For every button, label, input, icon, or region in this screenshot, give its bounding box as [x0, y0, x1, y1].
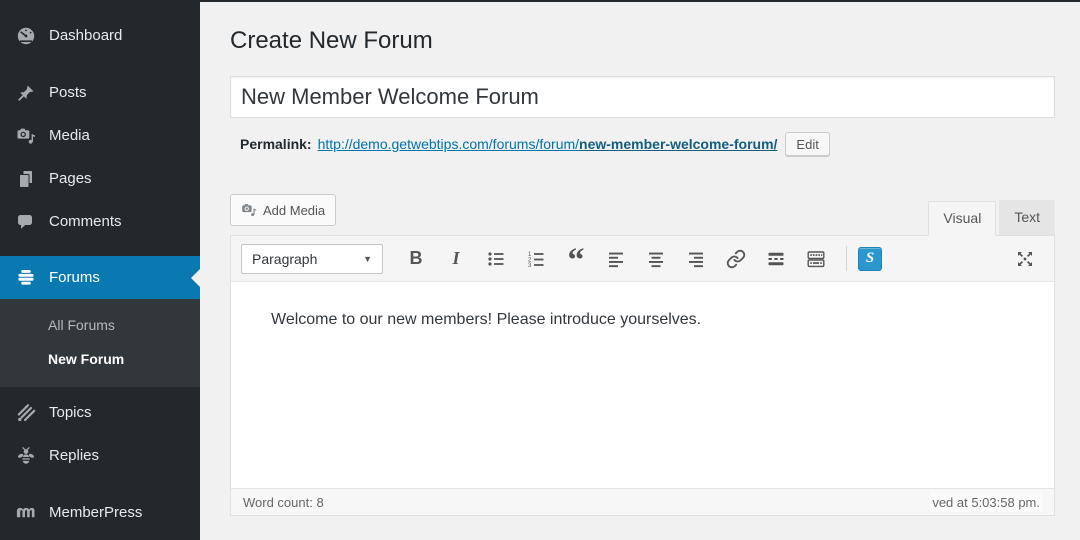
paragraph-format-dropdown[interactable]: Paragraph ▼ — [241, 243, 383, 274]
forums-submenu: All Forums New Forum — [0, 299, 200, 387]
word-count: Word count: 8 — [243, 495, 324, 510]
sidebar-item-label: Comments — [49, 213, 122, 230]
forum-title-input[interactable] — [230, 76, 1055, 118]
menu-separator — [0, 57, 200, 71]
editor-status-bar: Word count: 8 ved at 5:03:58 pm. — [231, 488, 1054, 515]
link-chain-icon — [726, 249, 746, 268]
shortcode-s-icon: S — [865, 250, 875, 266]
bullet-list-button[interactable] — [477, 244, 515, 274]
align-left-icon — [609, 252, 623, 267]
sidebar-item-replies[interactable]: Replies — [0, 434, 200, 477]
sidebar-item-pages[interactable]: Pages — [0, 157, 200, 200]
editor-mode-tabs: Visual Text — [928, 200, 1055, 236]
shortcode-insert-button[interactable]: S — [858, 246, 882, 271]
main-content: Create New Forum Permalink: http://demo.… — [200, 0, 1080, 540]
camera-note-icon — [15, 125, 37, 147]
sidebar-item-label: Replies — [49, 447, 100, 464]
italic-icon: I — [452, 248, 460, 268]
autosave-status: ved at 5:03:58 pm. — [930, 492, 1042, 512]
sidebar-item-label: Topics — [49, 404, 92, 421]
page-title: Create New Forum — [230, 27, 433, 54]
sidebar-item-topics[interactable]: Topics — [0, 391, 200, 434]
admin-sidebar: Dashboard Posts Media Pages Comments For… — [0, 0, 200, 540]
bold-button[interactable]: B — [397, 244, 435, 274]
pushpin-icon — [15, 82, 37, 104]
menu-separator — [0, 243, 200, 256]
sidebar-item-forums[interactable]: Forums — [0, 256, 200, 299]
permalink-url-link[interactable]: http://demo.getwebtips.com/forums/forum/… — [318, 136, 778, 152]
editor-toolbar: Paragraph ▼ B I 1 2 3 “ S — [231, 236, 1054, 282]
bullet-list-icon — [488, 251, 504, 266]
stacked-pages-icon — [15, 168, 37, 190]
bee-icon — [15, 445, 37, 467]
bold-icon: B — [409, 248, 423, 268]
permalink-row: Permalink: http://demo.getwebtips.com/fo… — [240, 132, 1055, 156]
align-left-button[interactable] — [597, 244, 635, 274]
permalink-edit-button[interactable]: Edit — [785, 132, 830, 156]
blockquote-button[interactable]: “ — [557, 241, 595, 279]
sidebar-item-comments[interactable]: Comments — [0, 200, 200, 243]
tab-visual[interactable]: Visual — [928, 201, 997, 236]
permalink-base-url[interactable]: http://demo.getwebtips.com/forums/forum/ — [318, 136, 579, 152]
sidebar-item-posts[interactable]: Posts — [0, 71, 200, 114]
sidebar-item-media[interactable]: Media — [0, 114, 200, 157]
dashboard-gauge-icon — [15, 25, 37, 47]
fullscreen-expand-icon — [1018, 251, 1032, 266]
sidebar-item-label: Posts — [49, 84, 87, 101]
forums-hive-icon — [15, 267, 37, 289]
sidebar-item-label: Dashboard — [49, 27, 123, 44]
read-more-icon — [768, 252, 784, 265]
active-menu-arrow — [191, 268, 200, 287]
editor-header: Add Media Visual Text — [230, 194, 1055, 236]
toolbar-separator — [846, 246, 847, 271]
sidebar-item-label: Media — [49, 127, 90, 144]
paragraph-format-value: Paragraph — [252, 250, 318, 267]
fullscreen-button[interactable] — [1006, 244, 1044, 274]
submenu-item-new-forum[interactable]: New Forum — [0, 342, 200, 376]
sidebar-item-dashboard[interactable]: Dashboard — [0, 14, 200, 57]
permalink-label: Permalink: — [240, 136, 312, 152]
submenu-item-label: New Forum — [48, 351, 125, 367]
sidebar-item-label: Pages — [49, 170, 92, 187]
align-center-button[interactable] — [637, 244, 675, 274]
blockquote-icon: “ — [567, 241, 585, 279]
italic-button[interactable]: I — [437, 244, 475, 274]
topics-strokes-icon — [15, 402, 37, 424]
submenu-item-label: All Forums — [48, 317, 115, 333]
add-media-button[interactable]: Add Media — [230, 194, 337, 226]
align-right-button[interactable] — [677, 244, 715, 274]
read-more-tag-button[interactable] — [757, 244, 795, 274]
memberpress-m-icon — [15, 502, 37, 524]
sidebar-item-memberpress[interactable]: MemberPress — [0, 491, 200, 534]
add-media-camera-icon — [241, 202, 257, 218]
editor-paragraph: Welcome to our new members! Please intro… — [271, 311, 702, 328]
link-button[interactable] — [717, 244, 755, 274]
editor-content-area[interactable]: Welcome to our new members! Please intro… — [231, 282, 1054, 488]
numbered-list-icon: 1 2 3 — [528, 251, 544, 269]
align-center-icon — [649, 252, 663, 267]
editor-container: Paragraph ▼ B I 1 2 3 “ S Welcome to our… — [230, 235, 1055, 516]
sidebar-item-label: Forums — [49, 269, 100, 286]
word-count-label: Word count: — [243, 494, 313, 510]
sidebar-item-label: MemberPress — [49, 504, 143, 521]
word-count-value: 8 — [316, 494, 324, 510]
keyboard-icon — [807, 250, 825, 267]
align-right-icon — [689, 252, 703, 267]
permalink-slug[interactable]: new-member-welcome-forum/ — [579, 136, 777, 152]
numbered-list-button[interactable]: 1 2 3 — [517, 244, 555, 274]
menu-separator — [0, 477, 200, 491]
submenu-item-all-forums[interactable]: All Forums — [0, 308, 200, 342]
add-media-label: Add Media — [263, 202, 326, 218]
svg-text:3: 3 — [528, 263, 532, 269]
chevron-down-icon: ▼ — [363, 253, 372, 264]
tab-text[interactable]: Text — [999, 200, 1055, 235]
comment-bubble-icon — [15, 211, 37, 233]
toolbar-toggle-button[interactable] — [797, 244, 835, 274]
